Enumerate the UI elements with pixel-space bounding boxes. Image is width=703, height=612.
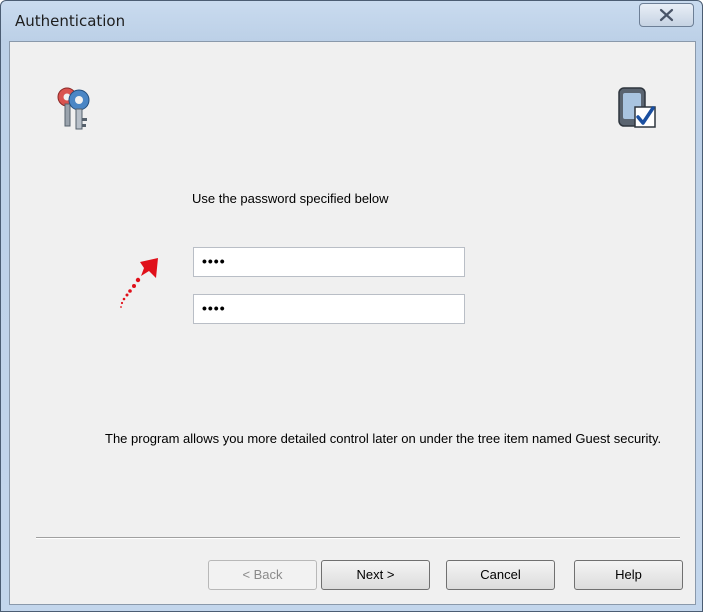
- red-arrow-icon: [120, 258, 158, 308]
- window-title: Authentication: [15, 12, 126, 30]
- dialog-window: Authentication Use the password specifie: [0, 0, 703, 612]
- title-bar[interactable]: Authentication: [1, 1, 702, 41]
- close-button[interactable]: [639, 3, 694, 27]
- prompt-label: Use the password specified below: [192, 191, 389, 206]
- back-button[interactable]: < Back: [208, 560, 317, 590]
- confirm-password-field[interactable]: ••••: [193, 294, 465, 324]
- close-icon: [659, 8, 674, 22]
- cancel-button[interactable]: Cancel: [446, 560, 555, 590]
- help-button[interactable]: Help: [574, 560, 683, 590]
- next-button[interactable]: Next >: [321, 560, 430, 590]
- divider: [36, 537, 680, 539]
- info-text: The program allows you more detailed con…: [105, 431, 662, 446]
- keys-icon: [57, 87, 90, 130]
- password-field[interactable]: ••••: [193, 247, 465, 277]
- device-check-icon: [618, 87, 656, 128]
- dialog-content: Use the password specified below •••• ••…: [9, 41, 696, 605]
